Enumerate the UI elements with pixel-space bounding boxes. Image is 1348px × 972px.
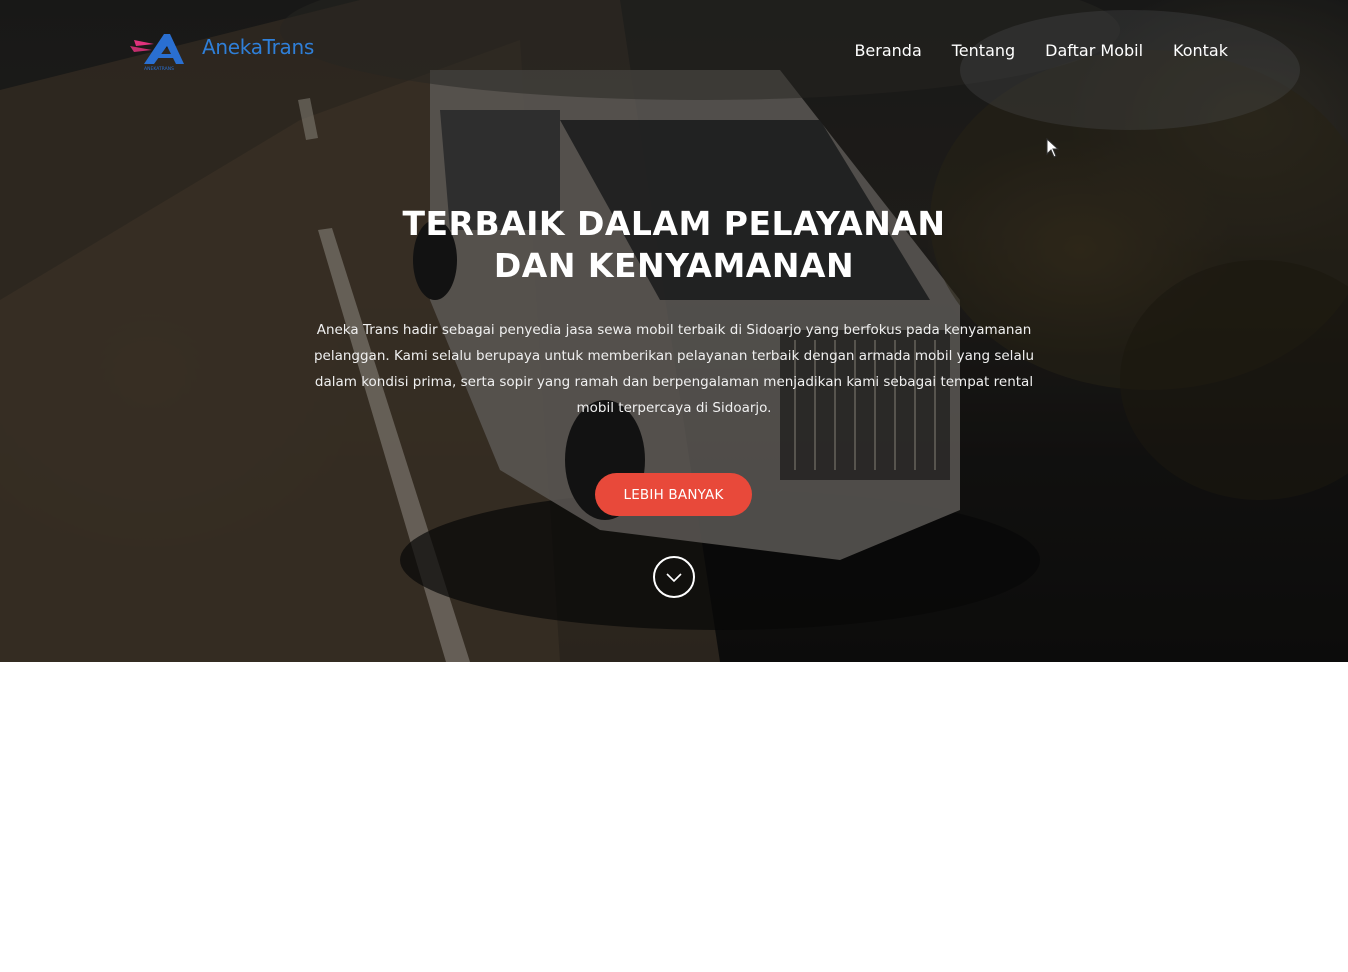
nav-item-daftar-mobil[interactable]: Daftar Mobil: [1045, 40, 1143, 62]
hero-description: Aneka Trans hadir sebagai penyedia jasa …: [313, 322, 1035, 416]
main-navigation: Beranda Tentang Daftar Mobil Kontak: [854, 40, 1228, 62]
hero-title-line-2: DAN KENYAMANAN: [493, 246, 855, 285]
brand-logo-caption: ANEKATRANS: [144, 66, 174, 72]
lebih-banyak-button[interactable]: LEBIH BANYAK: [595, 473, 752, 516]
hero-title: TERBAIK DALAM PELAYANAN DAN KENYAMANAN: [274, 203, 1074, 287]
brand-logo-icon: ANEKATRANS: [130, 34, 184, 72]
scroll-down-button[interactable]: [653, 556, 695, 598]
nav-item-beranda[interactable]: Beranda: [854, 40, 921, 62]
mouse-cursor-icon: [1046, 138, 1060, 158]
nav-item-tentang[interactable]: Tentang: [952, 40, 1015, 62]
brand-name: AnekaTrans: [202, 35, 315, 59]
hero-section: ANEKATRANS AnekaTrans Beranda Tentang Da…: [0, 0, 1348, 662]
hero-title-line-1: TERBAIK DALAM PELAYANAN: [402, 204, 946, 243]
nav-item-kontak[interactable]: Kontak: [1173, 40, 1228, 62]
brand-logo[interactable]: ANEKATRANS AnekaTrans: [128, 30, 318, 72]
chevron-down-icon: [666, 573, 682, 583]
